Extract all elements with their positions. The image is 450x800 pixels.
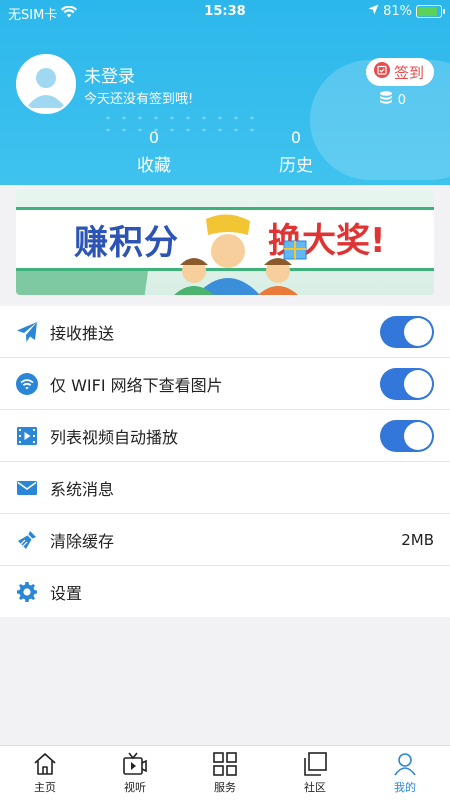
profile-header: 无SIM卡 15:38 81% 未登录 今天还没有签到哦! 签到 0 0 收藏 … (0, 0, 450, 185)
tab-home[interactable]: 主页 (0, 746, 90, 800)
menu-item-wifi-images[interactable]: 仅 WIFI 网络下查看图片 (0, 358, 450, 410)
push-toggle[interactable] (380, 315, 434, 348)
tab-services[interactable]: 服务 (180, 746, 270, 800)
history-stat[interactable]: 0 历史 (236, 128, 356, 176)
favorites-count: 0 (148, 128, 160, 147)
menu-item-autoplay[interactable]: 列表视频自动播放 (0, 410, 450, 462)
menu-item-push[interactable]: 接收推送 (0, 306, 450, 358)
history-count: 0 (290, 128, 302, 147)
bottom-tab-bar: 主页 视听 服务 社区 我的 (0, 745, 450, 800)
menu-label: 列表视频自动播放 (50, 427, 179, 447)
paper-plane-icon (16, 321, 38, 343)
broom-icon (16, 529, 38, 551)
tab-label: 社区 (304, 781, 326, 794)
grid-icon (213, 752, 237, 776)
tab-label: 视听 (124, 781, 146, 794)
menu-label: 接收推送 (50, 323, 115, 343)
menu-label: 系统消息 (50, 479, 115, 499)
coins-icon (378, 90, 394, 110)
cartoon-illustration (174, 214, 307, 295)
menu-item-messages[interactable]: 系统消息 (0, 462, 450, 514)
wifi-circle-icon (16, 372, 38, 395)
settings-menu: 接收推送 仅 WIFI 网络下查看图片 列表视频自动播放 系统消息 清除缓存 2… (0, 306, 450, 617)
person-icon (394, 753, 416, 776)
signin-label: 签到 (393, 63, 424, 82)
promo-banner[interactable]: 赚积分 换大奖! (16, 189, 434, 295)
menu-label: 设置 (50, 583, 83, 603)
menu-item-clear-cache[interactable]: 清除缓存 2MB (0, 514, 450, 566)
tab-community[interactable]: 社区 (270, 746, 360, 800)
squares-icon (304, 752, 327, 776)
tab-media[interactable]: 视听 (90, 746, 180, 800)
menu-item-settings[interactable]: 设置 (0, 566, 450, 617)
location-arrow-icon (368, 4, 379, 19)
tab-label: 主页 (34, 781, 56, 794)
tab-label: 服务 (214, 781, 236, 794)
banner-text-left: 赚积分 (74, 223, 179, 263)
battery-percent: 81% (383, 4, 412, 19)
tab-label: 我的 (394, 781, 416, 794)
avatar[interactable] (16, 54, 76, 114)
envelope-icon (16, 477, 38, 499)
menu-label: 清除缓存 (50, 531, 115, 551)
signin-reminder: 今天还没有签到哦! (84, 92, 194, 107)
gear-icon (16, 581, 38, 603)
tab-mine[interactable]: 我的 (360, 746, 450, 800)
coins-count: 0 (397, 92, 406, 108)
tv-icon (123, 752, 147, 775)
cache-size: 2MB (401, 530, 434, 549)
user-name[interactable]: 未登录 (84, 62, 135, 87)
favorites-label: 收藏 (137, 156, 171, 176)
battery-icon (416, 5, 445, 18)
status-bar: 无SIM卡 15:38 81% (0, 0, 450, 24)
history-label: 历史 (279, 156, 313, 176)
autoplay-toggle[interactable] (380, 419, 434, 452)
menu-label: 仅 WIFI 网络下查看图片 (50, 375, 223, 395)
home-icon (34, 753, 56, 775)
favorites-stat[interactable]: 0 收藏 (94, 128, 214, 176)
coin-balance: 0 (378, 90, 406, 110)
calendar-check-icon (373, 62, 390, 82)
wifi-images-toggle[interactable] (380, 367, 434, 400)
video-play-icon (16, 425, 38, 447)
signin-button[interactable]: 签到 (365, 58, 434, 86)
